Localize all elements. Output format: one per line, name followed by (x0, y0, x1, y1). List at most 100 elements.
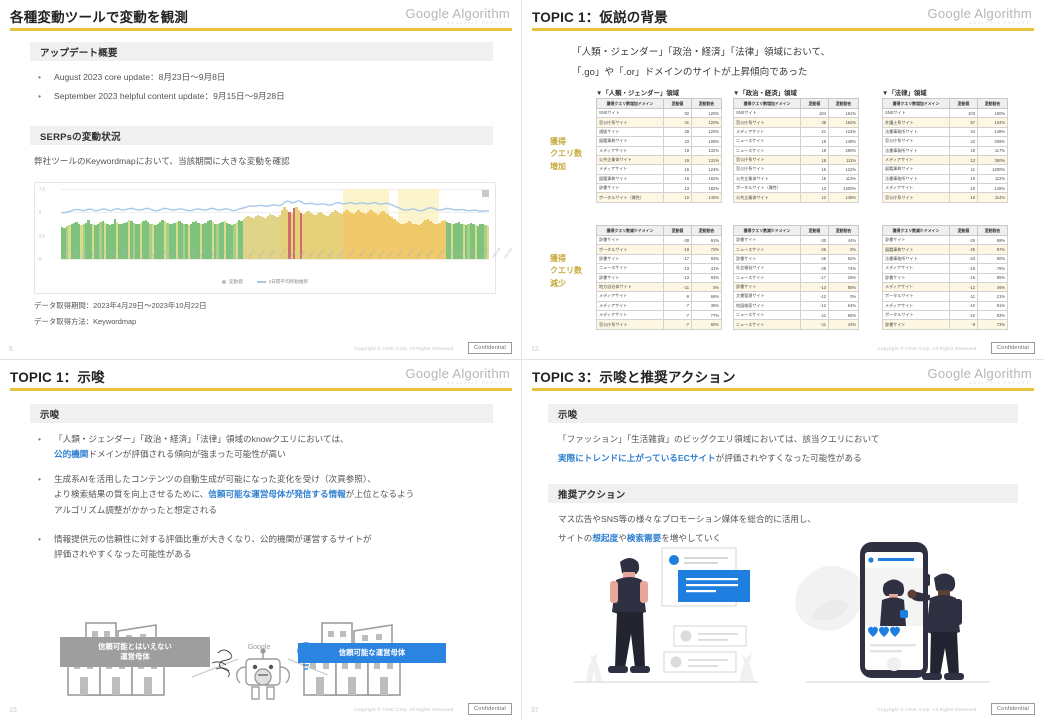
table-caption-gender: ▼「人類・ジェンダー」領域 (596, 90, 680, 97)
cell-domain: 図鑑事典サイト (882, 244, 950, 255)
cell-domain: 法書事務所サイト (882, 145, 950, 156)
insight3-highlight: 実際にトレンドに上がっているECサイト (558, 453, 716, 463)
cell-pct: 148% (977, 182, 1008, 194)
cell-domain: 官公庁系サイト (733, 154, 801, 166)
brand-label: Google Algorithm (405, 6, 510, 21)
cell-value: 18 (800, 145, 829, 156)
cell-value: -19 (663, 244, 692, 255)
cell-pct: 120% (691, 117, 722, 128)
slide-insight3: TOPIC 3：示唆と推奨アクション Google Algorithm ANAL… (522, 360, 1044, 720)
cell-domain: ポータルサイト（属性） (596, 192, 664, 203)
cell-domain: 辞書サイト (882, 319, 950, 330)
cell-pct: 148% (977, 126, 1008, 138)
post-avatar-icon (669, 555, 679, 565)
cell-value: -9 (663, 291, 692, 302)
section-band-insight-label: 示唆 (40, 409, 60, 421)
column-header-pct: 変動割合 (691, 98, 722, 109)
cell-pct: 60% (977, 253, 1008, 265)
slide-header: TOPIC 1：仮説の背景 Google Algorithm ANALYSIS … (522, 0, 1044, 31)
table-row: 辞書サイト -16 85% (882, 272, 1008, 283)
cell-value: -11 (800, 319, 829, 330)
cell-pct: 0% (691, 281, 722, 293)
cell-domain: メディアサイト (733, 126, 801, 138)
list-item: • September 2023 helpful content update：… (38, 89, 488, 104)
promotion-illustration (562, 540, 1002, 690)
table-row: ニュースサイト -11 42% (733, 319, 859, 330)
bullet-text: 「人類・ジェンダー」「政治・経済」「法律」領域のknowクエリにおいては、 (54, 434, 349, 444)
column-header-pct: 変動割合 (977, 225, 1008, 236)
cell-value: -23 (949, 253, 978, 265)
cell-domain: 地図検索サイト (733, 300, 801, 312)
cell-value: -13 (663, 263, 692, 274)
column-header-value: 変動値 (663, 98, 692, 109)
cell-value: -13 (800, 281, 829, 293)
cell-value: -7 (663, 300, 692, 312)
cell-pct: 132% (691, 145, 722, 156)
page-title: TOPIC 3：示唆と推奨アクション (532, 370, 736, 385)
table-row: 法書事務所サイト -23 60% (882, 253, 1008, 265)
table-row: ポータルサイト -10 83% (882, 309, 1008, 321)
slide-header: 各種変動ツールで変動を観測 Google Algorithm ANALYSIS … (0, 0, 521, 31)
serps-lead-text: 弊社ツールのKeywordmapにおいて、当該期間に大きな変動を確認 (34, 156, 290, 166)
action-text-line1: マス広告やSNS等の様々なプロモーション媒体を総合的に活用し、 (558, 514, 817, 524)
table-row: ニュースサイト -11 66% (733, 309, 859, 321)
cell-value: -11 (949, 291, 978, 302)
table-row: 公共企業体サイト 15 113% (733, 173, 859, 185)
table-row: ニュースサイト -13 41% (596, 263, 722, 274)
cell-value: 19 (949, 145, 978, 156)
hypothesis-lead-line2: 「.go」や「.or」ドメインのサイトが上昇傾向であった (572, 67, 808, 78)
cell-value: 41 (663, 117, 692, 128)
cell-value: 38 (800, 117, 829, 128)
cell-domain: メディアサイト (596, 309, 664, 321)
column-header-domain: 獲得クエリ数増加ドメイン (733, 98, 801, 109)
bullet-text-line2: より検索結果の質を向上させるために、信頼可能な運営母体が発信する情報が上位となる… (54, 489, 415, 500)
cell-domain: 社会福祉サイト (733, 263, 801, 274)
copyright-text: Copyright © CINC Corp. All Rights Reserv… (877, 707, 978, 712)
table-row: ポータルサイト（属性） 10 140% (596, 192, 722, 203)
domain-table-gender-down: 獲得クエリ数減少ドメイン 変動値 変動割合 辞書サイト -28 91% ポータルサイト -19… (596, 225, 722, 330)
cell-pct: 72% (691, 244, 722, 255)
cell-pct: 209% (977, 136, 1008, 147)
cell-domain: 官公庁系サイト (733, 117, 801, 128)
chart-legend: 変動値 3日間平均移動推移 (35, 279, 495, 285)
table-row: メディアサイト -7 38% (596, 300, 722, 312)
table-row: ニュースサイト -17 26% (733, 272, 859, 283)
like-hearts-icon (868, 626, 900, 637)
cell-domain: 官公庁系サイト (882, 136, 950, 147)
bullet-text-line3: アルゴリズム調整がかかったと想定される (54, 504, 218, 515)
section-band-serps-label: SERPsの変動状況 (40, 131, 121, 143)
table-row: ポータルサイト -19 72% (596, 244, 722, 255)
cell-domain: ニュースサイト (733, 272, 801, 283)
brand-sublabel: ANALYSIS REPORT (447, 20, 508, 25)
cell-value: 16 (663, 173, 692, 185)
cell-pct: 91% (977, 300, 1008, 312)
chart-note-method: データ取得方法：Keywordmap (34, 317, 137, 326)
cell-value: 13 (663, 182, 692, 194)
column-header-value: 変動値 (800, 98, 829, 109)
brand-sublabel: ANALYSIS REPORT (969, 380, 1030, 385)
cell-domain: 辞書サイト (733, 281, 801, 293)
serps-volatility-chart[interactable]: 7.5 5 2.5 0 23/4/29 23/5/3 23/5/7 23/5/11 23/5/… (34, 182, 513, 294)
cell-pct: 162% (828, 117, 859, 128)
table-row: 辞書サイト -25 69% (882, 234, 1008, 246)
table-row: ニュースサイト 19 148% (733, 136, 859, 147)
bullet-text: August 2023 core update：8月23日〜9月8日 (54, 72, 226, 82)
column-header-domain: 獲得クエリ数減少ドメイン (733, 225, 801, 236)
copyright-text: Copyright © CINC Corp. All Rights Reserv… (877, 346, 978, 351)
bullet-dot: • (38, 91, 42, 101)
cell-pct: 1200% (977, 164, 1008, 175)
section-band-action-label: 推奨アクション (558, 489, 626, 501)
table-row: 官公庁系サイト 16 122% (733, 164, 859, 175)
cell-value: 16 (663, 164, 692, 175)
slide-insight1: TOPIC 1：示唆 Google Algorithm ANALYSIS REP… (0, 360, 522, 720)
slide-header: TOPIC 3：示唆と推奨アクション Google Algorithm ANAL… (522, 360, 1044, 391)
cell-domain: ポータルサイト (882, 309, 950, 321)
cell-domain: 地方自治体サイト (596, 281, 664, 293)
cell-pct: 26% (828, 272, 859, 283)
cell-domain: 辞書サイト (733, 253, 801, 265)
table-row: 法書事務所サイト 19 117% (882, 145, 1008, 156)
cell-pct: 41% (691, 263, 722, 274)
cell-value: -10 (949, 300, 978, 312)
cell-value: -17 (800, 272, 829, 283)
table-row: 辞書サイト -9 73% (882, 319, 1008, 330)
